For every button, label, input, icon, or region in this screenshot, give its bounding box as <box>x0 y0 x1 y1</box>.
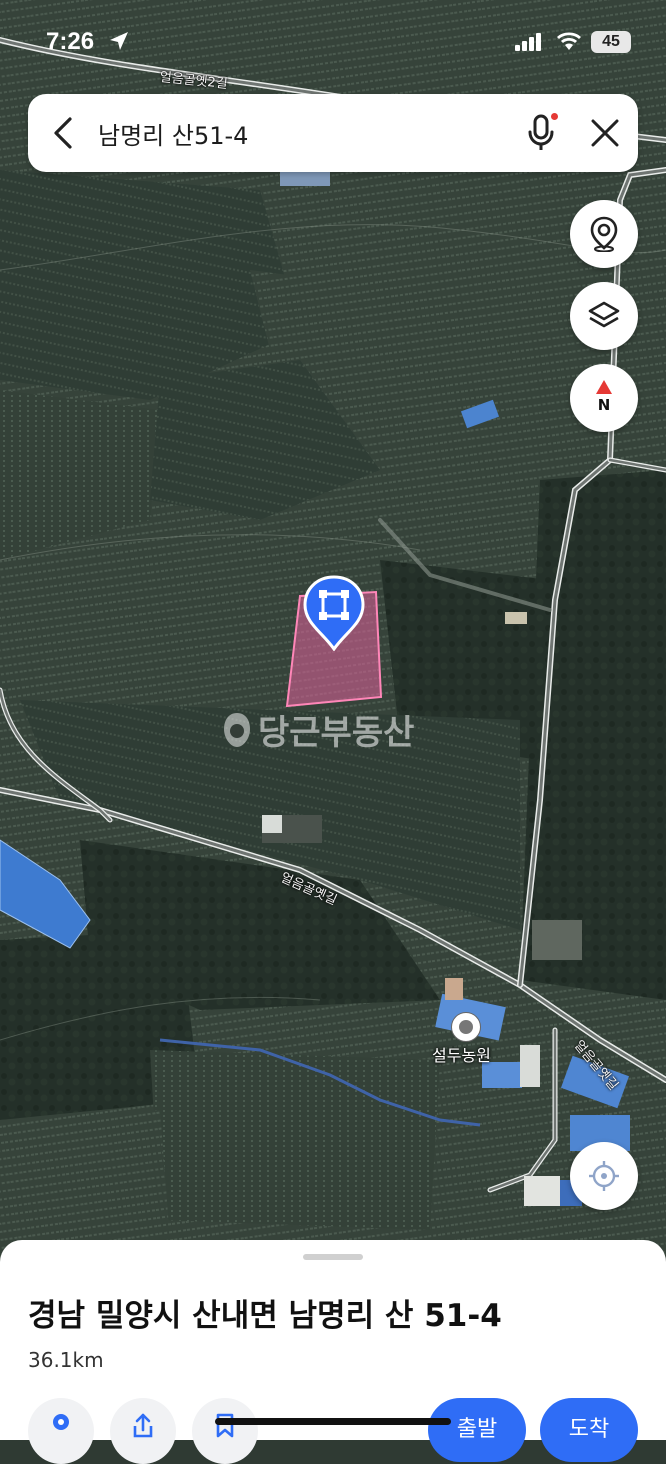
wifi-icon <box>557 32 581 50</box>
close-button[interactable] <box>572 94 638 172</box>
location-arrow-icon <box>110 32 128 50</box>
back-arrow-icon <box>54 117 72 149</box>
share-icon <box>133 1413 153 1438</box>
status-time: 7:26 <box>46 28 95 55</box>
poi-label[interactable]: 설두농원 <box>432 1042 491 1066</box>
place-distance: 36.1km <box>28 1348 104 1372</box>
street-view-icon <box>590 216 618 252</box>
status-bar: 7:26 45 <box>0 0 666 84</box>
compass-north-label: N <box>597 396 611 414</box>
street-view-button[interactable] <box>570 200 638 268</box>
current-location-button[interactable] <box>570 1142 638 1210</box>
compass-button[interactable]: N <box>570 364 638 432</box>
voice-search-button[interactable] <box>510 94 572 172</box>
mic-status-dot <box>551 113 558 120</box>
sheet-grabber[interactable] <box>303 1254 363 1260</box>
search-bar[interactable]: 남명리 산51-4 <box>28 94 638 172</box>
home-indicator[interactable] <box>215 1418 451 1425</box>
map-layers-button[interactable] <box>570 282 638 350</box>
back-button[interactable] <box>28 94 98 172</box>
depart-button[interactable]: 출발 <box>428 1398 526 1462</box>
parcel-pin-icon[interactable] <box>303 575 365 652</box>
watermark: 당근부동산 <box>222 705 414 754</box>
save-icon <box>216 1413 234 1438</box>
layers-icon <box>588 301 620 328</box>
compass-icon <box>596 380 612 394</box>
place-detail-sheet[interactable]: 경남 밀양시 산내면 남명리 산 51-4 36.1km 출발 도착 <box>0 1240 666 1464</box>
close-icon <box>591 119 619 147</box>
save-button[interactable] <box>192 1398 258 1464</box>
place-icon <box>53 1414 69 1430</box>
search-input[interactable]: 남명리 산51-4 <box>98 116 510 151</box>
current-location-icon <box>589 1161 619 1191</box>
satellite-map[interactable]: 얼음골옛2길 얼음골옛길 얼음골옛길 설두농원 당근부동산 <box>0 0 666 1440</box>
place-info-button[interactable] <box>28 1398 94 1464</box>
battery-indicator: 45 <box>591 31 631 53</box>
microphone-icon <box>528 114 554 150</box>
watermark-logo-icon <box>224 712 250 747</box>
cellular-signal-icon <box>515 33 541 51</box>
arrive-button[interactable]: 도착 <box>540 1398 638 1462</box>
watermark-text: 당근부동산 <box>258 713 415 753</box>
share-button[interactable] <box>110 1398 176 1464</box>
place-address: 경남 밀양시 산내면 남명리 산 51-4 <box>28 1298 502 1334</box>
poi-marker-icon[interactable] <box>451 1012 481 1042</box>
